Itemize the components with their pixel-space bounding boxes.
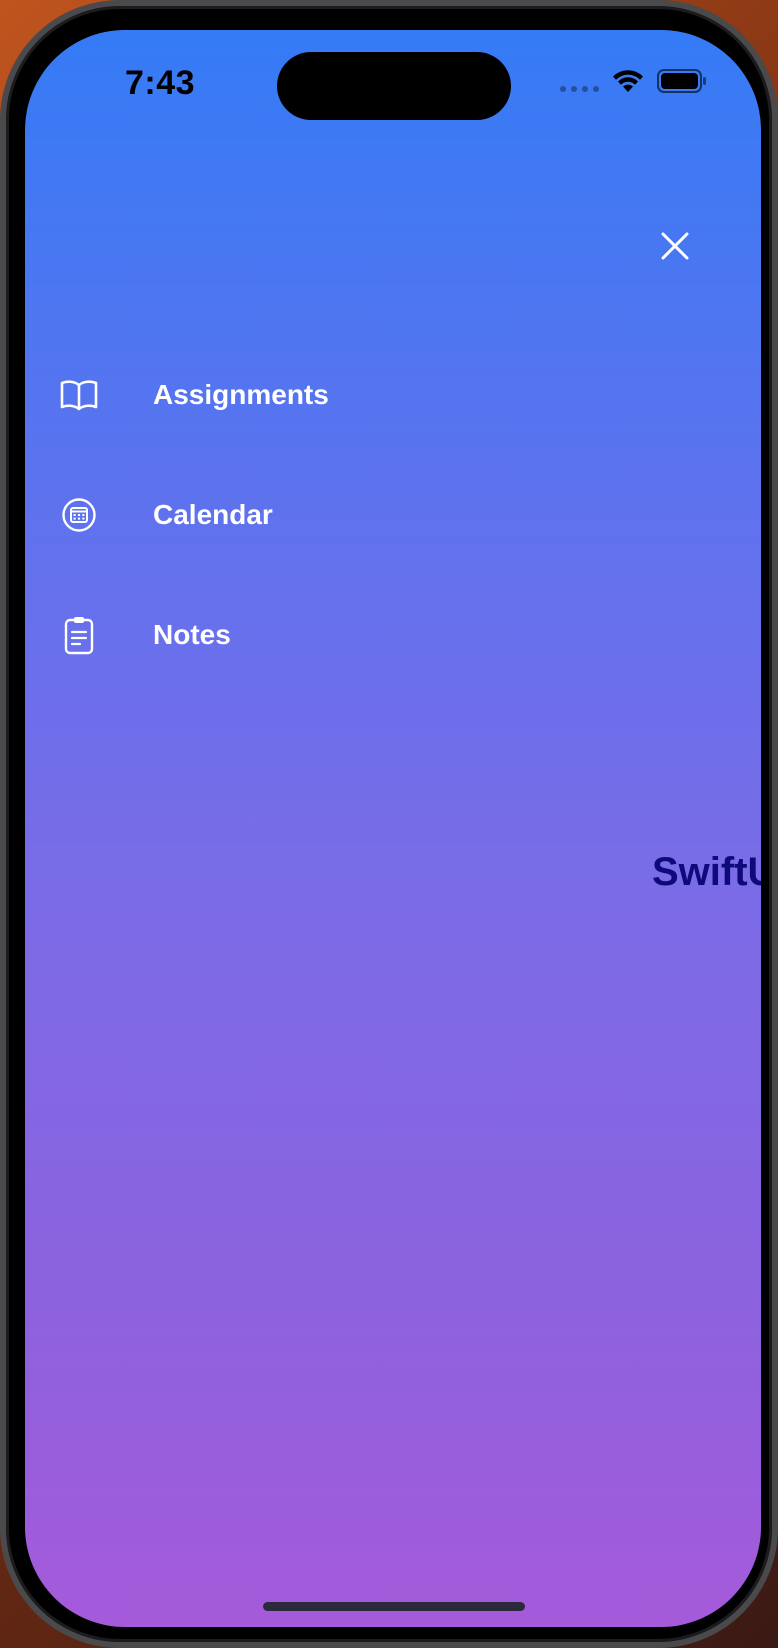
book-icon (57, 373, 101, 417)
menu-item-assignments[interactable]: Assignments (55, 360, 475, 430)
background-page-title: SwiftU (652, 850, 761, 894)
menu-label-assignments: Assignments (153, 379, 329, 410)
status-time: 7:43 (125, 64, 196, 102)
status-indicators (560, 68, 707, 99)
wifi-icon (611, 68, 645, 99)
phone-frame: 7:43 Assignments Calendar Notes Swift (0, 0, 778, 1648)
menu-label-notes: Notes (153, 619, 231, 650)
menu-label-calendar: Calendar (153, 499, 273, 530)
calendar-icon (57, 493, 101, 537)
close-icon (660, 231, 690, 266)
menu-item-calendar[interactable]: Calendar (55, 480, 475, 550)
battery-icon (657, 69, 707, 98)
clipboard-icon (57, 613, 101, 657)
dynamic-island (277, 52, 511, 120)
close-button[interactable] (645, 218, 705, 278)
cellular-signal-icon (560, 85, 599, 92)
app-screen: 7:43 Assignments Calendar Notes Swift (25, 30, 761, 1627)
home-indicator[interactable] (263, 1602, 525, 1611)
menu-item-notes[interactable]: Notes (55, 600, 475, 670)
